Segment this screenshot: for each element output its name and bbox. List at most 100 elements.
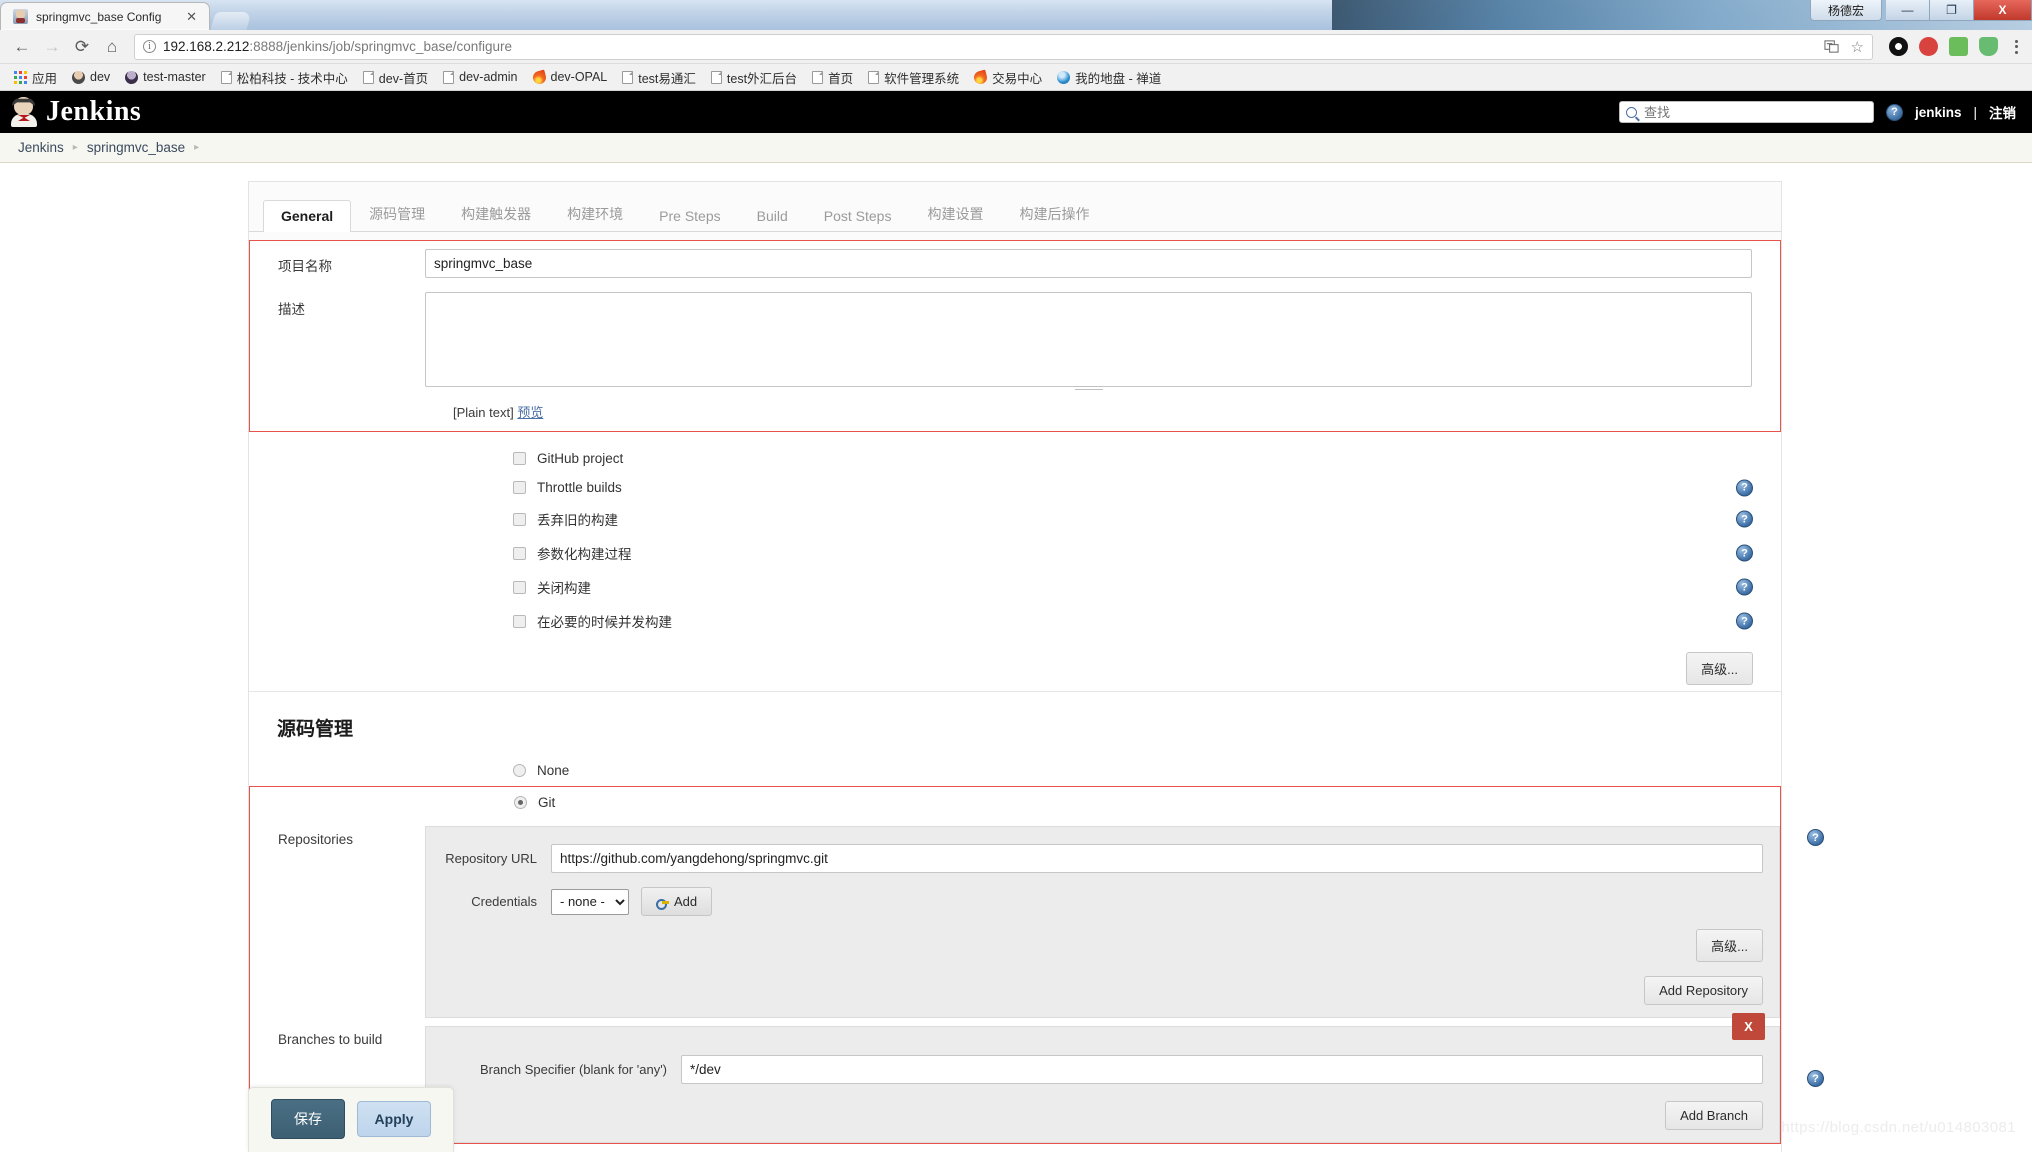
- maximize-button[interactable]: ❐: [1930, 0, 1974, 21]
- help-icon[interactable]: ?: [1736, 544, 1753, 562]
- tab-post-steps[interactable]: Post Steps: [806, 200, 910, 232]
- credentials-select[interactable]: - none -: [551, 888, 629, 915]
- bookmark-shouye[interactable]: 首页: [806, 65, 859, 90]
- save-button[interactable]: 保存: [271, 1099, 345, 1139]
- help-icon[interactable]: ?: [1807, 829, 1824, 846]
- apply-button[interactable]: Apply: [357, 1101, 431, 1137]
- doc-icon: [443, 70, 455, 84]
- description-textarea[interactable]: [425, 292, 1752, 387]
- bookmark-test-yitonghui[interactable]: test易通汇: [616, 65, 702, 90]
- breadcrumb-item-project[interactable]: springmvc_base: [87, 140, 185, 155]
- tab-build-env[interactable]: 构建环境: [549, 196, 641, 232]
- bookmark-dev[interactable]: dev: [66, 67, 116, 87]
- add-credentials-button[interactable]: Add: [641, 887, 713, 916]
- delete-branch-button[interactable]: X: [1732, 1013, 1765, 1040]
- bookmark-test-waihui[interactable]: test外汇后台: [705, 65, 803, 90]
- bookmark-apps[interactable]: 应用: [8, 65, 63, 90]
- add-branch-button[interactable]: Add Branch: [1665, 1101, 1763, 1130]
- site-info-icon[interactable]: i: [143, 40, 156, 53]
- help-icon[interactable]: ?: [1736, 612, 1753, 630]
- tab-build[interactable]: Build: [739, 200, 806, 232]
- repository-advanced-button[interactable]: 高级...: [1696, 929, 1763, 962]
- logout-link[interactable]: 注销: [1989, 102, 2016, 122]
- bookmark-zentao[interactable]: 我的地盘 - 禅道: [1051, 65, 1167, 90]
- branch-specifier-row: Branch Specifier (blank for 'any'): [426, 1037, 1779, 1091]
- bookmark-songbai[interactable]: 松柏科技 - 技术中心: [215, 65, 354, 90]
- help-icon[interactable]: ?: [1736, 479, 1753, 496]
- description-markup-row: [Plain text] 预览: [250, 398, 1780, 431]
- close-icon[interactable]: ✕: [184, 10, 199, 23]
- adguard-extension-icon[interactable]: [1979, 37, 1998, 56]
- resize-grip-icon[interactable]: [1074, 386, 1103, 390]
- home-icon[interactable]: ⌂: [98, 33, 126, 61]
- radio-icon[interactable]: [513, 764, 526, 777]
- help-icon[interactable]: ?: [1807, 1070, 1824, 1087]
- bookmark-trade-center[interactable]: 交易中心: [968, 65, 1048, 90]
- bookmark-test-master[interactable]: test-master: [119, 67, 212, 87]
- tab-general[interactable]: General: [263, 200, 352, 232]
- search-input[interactable]: [1641, 103, 1867, 121]
- windows-user-chip[interactable]: 杨德宏: [1810, 0, 1882, 21]
- option-parameterized-build[interactable]: 参数化构建过程 ?: [249, 536, 1781, 570]
- address-bar[interactable]: i 192.168.2.212:8888/jenkins/job/springm…: [134, 33, 1873, 60]
- scm-option-label: Git: [538, 795, 556, 810]
- address-bar-url: 192.168.2.212:8888/jenkins/job/springmvc…: [163, 39, 513, 54]
- add-repository-button[interactable]: Add Repository: [1644, 976, 1763, 1005]
- repository-url-input[interactable]: [551, 844, 1763, 873]
- forward-icon[interactable]: →: [38, 33, 66, 61]
- plain-text-label: [Plain text]: [453, 405, 514, 420]
- scm-option-none[interactable]: None: [249, 755, 1781, 786]
- checkbox-icon[interactable]: [513, 452, 526, 465]
- bookmark-dev-opal[interactable]: dev-OPAL: [527, 67, 614, 87]
- tab-build-settings[interactable]: 构建设置: [909, 196, 1001, 232]
- tab-build-triggers[interactable]: 构建触发器: [443, 196, 549, 232]
- search-box[interactable]: [1618, 101, 1874, 123]
- radio-icon[interactable]: [514, 796, 527, 809]
- project-name-row: 项目名称: [250, 241, 1780, 284]
- reload-icon[interactable]: ⟳: [68, 33, 96, 61]
- minimize-button[interactable]: —: [1886, 0, 1930, 21]
- checkbox-icon[interactable]: [513, 546, 526, 560]
- option-concurrent-builds[interactable]: 在必要的时候并发构建 ?: [249, 604, 1781, 638]
- breadcrumb-item-jenkins[interactable]: Jenkins: [18, 140, 64, 155]
- flame-icon: [972, 69, 989, 85]
- tab-pre-steps[interactable]: Pre Steps: [641, 200, 738, 232]
- lastpass-extension-icon[interactable]: [1919, 37, 1938, 56]
- scm-option-git[interactable]: Git: [250, 787, 1780, 818]
- jenkins-logo[interactable]: Jenkins: [10, 96, 141, 128]
- opera-extension-icon[interactable]: [1889, 37, 1908, 56]
- help-icon[interactable]: ?: [1885, 103, 1903, 121]
- current-user-link[interactable]: jenkins: [1915, 105, 1962, 120]
- doc-icon: [362, 70, 374, 84]
- help-icon[interactable]: ?: [1736, 510, 1753, 528]
- checkbox-icon[interactable]: [513, 512, 526, 526]
- help-icon[interactable]: ?: [1736, 578, 1753, 596]
- translate-icon[interactable]: [1823, 38, 1841, 56]
- checkbox-icon[interactable]: [513, 481, 526, 494]
- close-window-button[interactable]: X: [1974, 0, 2032, 21]
- browser-menu-icon[interactable]: [2009, 39, 2024, 54]
- option-discard-old-builds[interactable]: 丢弃旧的构建 ?: [249, 502, 1781, 536]
- new-tab-button[interactable]: [210, 12, 252, 30]
- tab-scm[interactable]: 源码管理: [351, 196, 443, 232]
- general-advanced-button[interactable]: 高级...: [1686, 652, 1753, 685]
- bookmark-software-system[interactable]: 软件管理系统: [862, 65, 965, 90]
- option-throttle-builds[interactable]: Throttle builds ?: [249, 473, 1781, 502]
- option-label: 参数化构建过程: [537, 547, 632, 562]
- tab-post-build-actions[interactable]: 构建后操作: [1001, 196, 1107, 232]
- bookmark-dev-home[interactable]: dev-首页: [357, 65, 434, 90]
- back-icon[interactable]: ←: [8, 33, 36, 61]
- repository-url-row: Repository URL: [426, 837, 1779, 880]
- bookmark-dev-admin[interactable]: dev-admin: [437, 67, 523, 87]
- project-name-input[interactable]: [425, 249, 1752, 278]
- breadcrumb: Jenkins ▸ springmvc_base ▸: [0, 133, 2032, 163]
- browser-tab[interactable]: springmvc_base Config ✕: [0, 2, 210, 30]
- option-github-project[interactable]: GitHub project: [249, 444, 1781, 473]
- bookmark-star-icon[interactable]: ☆: [1851, 38, 1864, 56]
- branch-specifier-input[interactable]: [681, 1055, 1763, 1084]
- checkbox-icon[interactable]: [513, 580, 526, 594]
- checkbox-icon[interactable]: [513, 614, 526, 628]
- option-disable-build[interactable]: 关闭构建 ?: [249, 570, 1781, 604]
- preview-link[interactable]: 预览: [517, 405, 543, 420]
- tampermonkey-extension-icon[interactable]: [1949, 37, 1968, 56]
